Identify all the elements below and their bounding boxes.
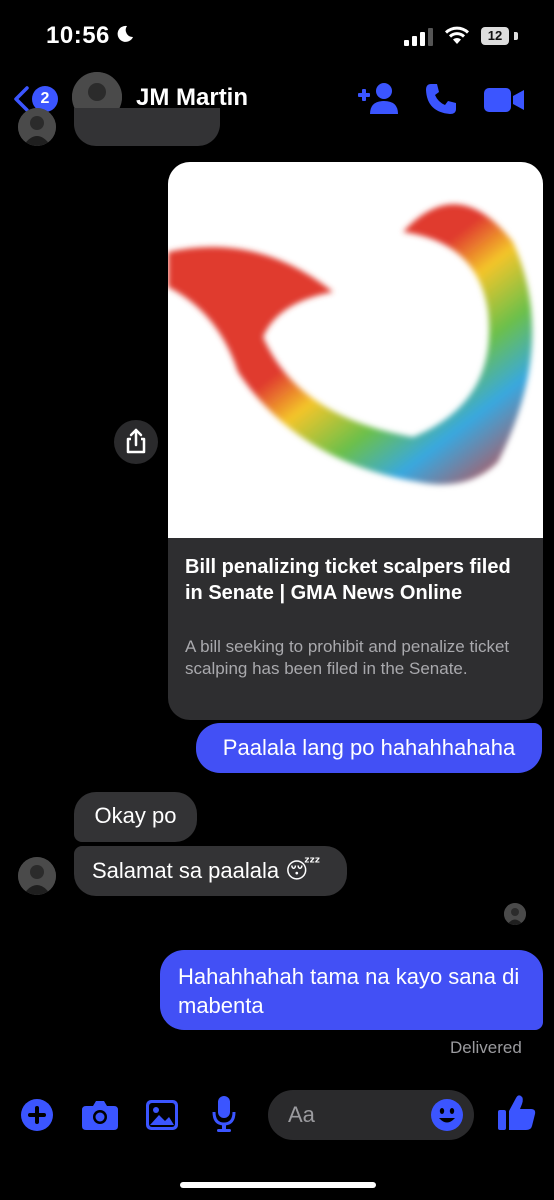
- add-person-icon[interactable]: [358, 82, 400, 114]
- previous-message-bubble: [74, 108, 220, 146]
- wifi-icon: [444, 26, 470, 44]
- share-icon: [126, 428, 146, 454]
- delivery-status: Delivered: [450, 1038, 522, 1057]
- gallery-icon[interactable]: [146, 1100, 178, 1130]
- message-input[interactable]: Aa: [268, 1090, 474, 1140]
- link-preview-image: [168, 162, 543, 538]
- camera-icon[interactable]: [82, 1100, 118, 1130]
- outgoing-message[interactable]: Paalala lang po hahahhahaha: [196, 723, 542, 773]
- share-button[interactable]: [114, 420, 158, 464]
- video-icon[interactable]: [484, 86, 524, 114]
- battery-level: 12: [481, 27, 509, 45]
- message-input-placeholder: Aa: [288, 1102, 315, 1127]
- plus-icon[interactable]: [20, 1098, 54, 1132]
- emoji-icon[interactable]: [430, 1098, 464, 1132]
- read-receipt-avatar: [504, 903, 526, 925]
- sender-avatar[interactable]: [18, 857, 56, 895]
- battery-indicator: 12: [478, 25, 518, 47]
- phone-icon[interactable]: [424, 82, 458, 116]
- link-preview-card[interactable]: Bill penalizing ticket scalpers filed in…: [168, 162, 543, 720]
- link-preview-title: Bill penalizing ticket scalpers filed in…: [185, 556, 511, 604]
- back-chevron-icon[interactable]: [12, 86, 30, 112]
- mic-icon[interactable]: [212, 1096, 236, 1132]
- incoming-message[interactable]: Okay po: [74, 792, 197, 842]
- incoming-message[interactable]: Salamat sa paalala 😴: [74, 846, 347, 896]
- signal-icon: [404, 28, 433, 46]
- sender-avatar: [18, 108, 56, 146]
- battery-cap: [514, 32, 518, 40]
- thumbs-up-icon[interactable]: [498, 1094, 536, 1132]
- status-time: 10:56: [46, 22, 110, 49]
- outgoing-message[interactable]: Hahahhahah tama na kayo sana di mabenta: [160, 950, 543, 1030]
- home-indicator: [180, 1182, 376, 1188]
- link-preview-description: A bill seeking to prohibit and penalize …: [185, 637, 510, 678]
- moon-icon: [117, 25, 133, 42]
